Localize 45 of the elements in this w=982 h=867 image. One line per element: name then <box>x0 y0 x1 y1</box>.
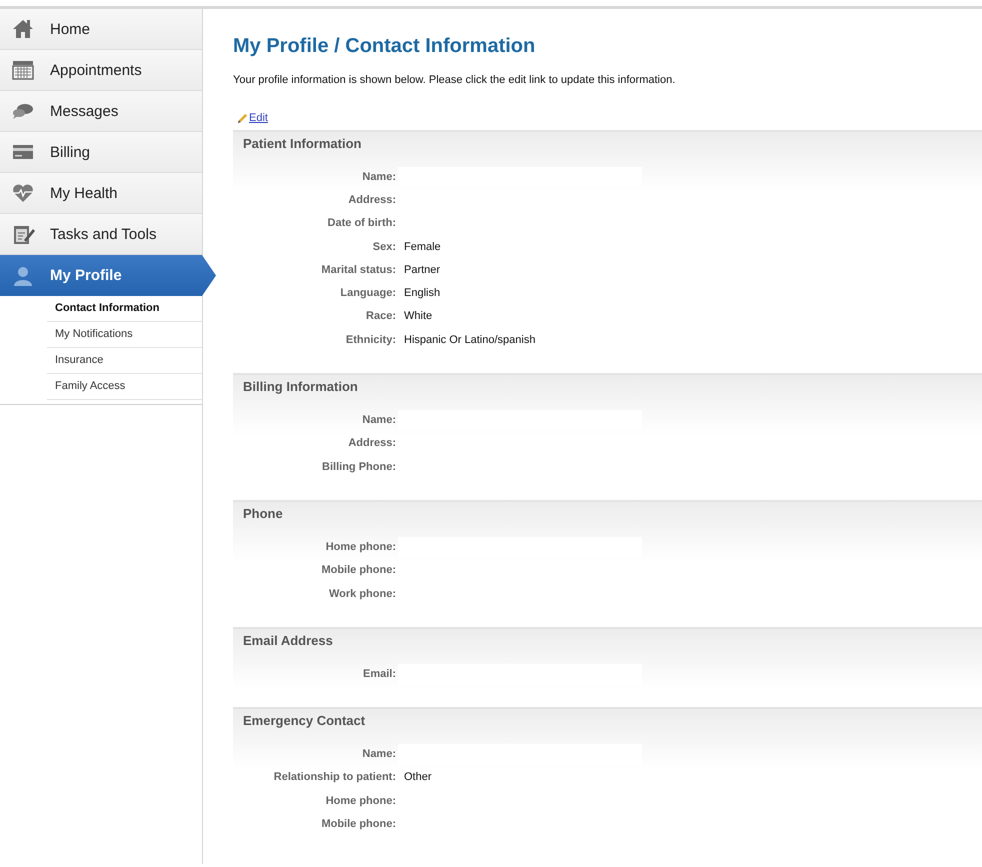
page-title: My Profile / Contact Information <box>233 35 536 58</box>
field-label: Marital status: <box>320 264 396 276</box>
section-title: Emergency Contact <box>242 712 366 730</box>
section-title: Patient Information <box>242 135 362 153</box>
field-label: Billing Phone: <box>321 460 396 473</box>
field-label: Mobile phone: <box>320 564 396 576</box>
field-label: Ethnicity: <box>344 334 396 346</box>
edit-link[interactable]: Edit <box>249 112 268 124</box>
section-title: Email Address <box>242 632 334 650</box>
nav-item[interactable]: Tasks and Tools <box>0 214 202 255</box>
field-label: Address: <box>347 437 396 450</box>
field-value: English <box>404 287 440 300</box>
field-label: Name: <box>361 414 396 426</box>
field-value: Hispanic Or Latino/spanish <box>404 334 536 346</box>
field-label: Date of birth: <box>326 217 396 230</box>
subnav-item[interactable]: Insurance <box>47 348 202 374</box>
intro-text: Your profile information is shown below. Please click the edit link to update this information. <box>233 74 676 86</box>
field-label: Mobile phone: <box>320 818 396 830</box>
field-label: Work phone: <box>328 588 396 600</box>
field-label: Sex: <box>372 240 396 253</box>
field-value: Other <box>404 771 432 784</box>
nav-item[interactable]: My Health <box>0 173 202 214</box>
nav-item[interactable]: Messages <box>0 91 202 132</box>
field-label: Language: <box>339 287 396 300</box>
nav-item[interactable]: Billing <box>0 132 202 173</box>
field-label: Race: <box>365 310 396 322</box>
field-value: Partner <box>404 264 440 276</box>
field-label: Email: <box>362 668 396 680</box>
field-value: White <box>404 310 432 322</box>
pencil-icon <box>237 112 248 124</box>
field-label: Relationship to patient: <box>272 771 396 784</box>
field-value: Female <box>404 240 441 253</box>
nav-item[interactable]: Home <box>0 9 202 50</box>
section-title: Phone <box>242 505 284 524</box>
subnav-item[interactable]: Contact Information <box>47 296 202 322</box>
subnav-item[interactable]: Family Access <box>47 374 202 400</box>
field-label: Name: <box>361 170 396 183</box>
section-title: Billing Information <box>242 378 359 396</box>
nav-item[interactable]: My Profile <box>0 255 216 296</box>
field-label: Home phone: <box>324 794 396 807</box>
field-label: Home phone: <box>324 540 396 553</box>
nav-item[interactable]: Appointments <box>0 50 202 91</box>
subnav-item[interactable]: My Notifications <box>47 322 202 348</box>
field-label: Address: <box>347 194 396 206</box>
field-label: Name: <box>361 748 396 760</box>
